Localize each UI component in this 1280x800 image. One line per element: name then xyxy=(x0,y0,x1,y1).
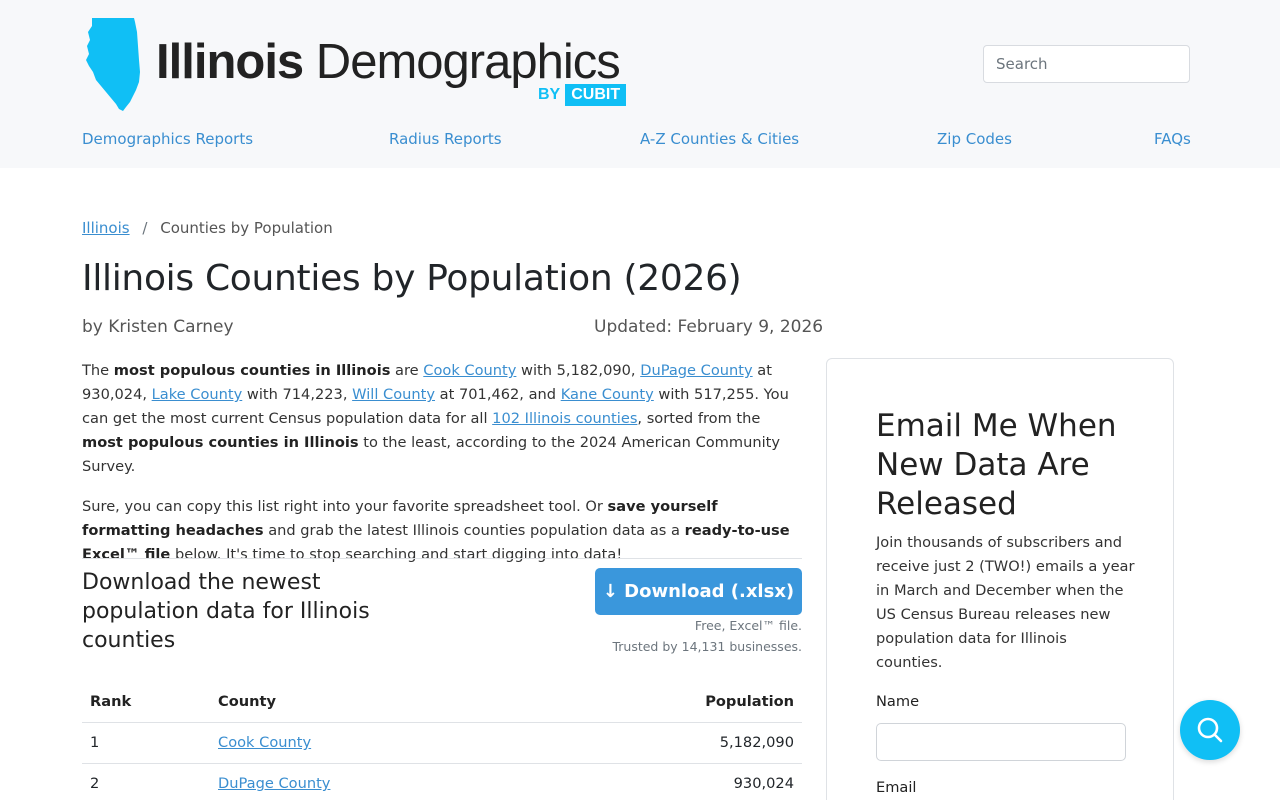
section-divider xyxy=(82,558,802,559)
link-kane-county[interactable]: Kane County xyxy=(561,386,654,403)
signup-title: Email Me When New Data Are Released xyxy=(876,408,1117,522)
search-icon xyxy=(1197,717,1223,743)
link-cook-county[interactable]: Cook County xyxy=(423,362,516,379)
nav-radius-reports[interactable]: Radius Reports xyxy=(389,130,502,148)
page-title: Illinois Counties by Population (2026) xyxy=(82,258,742,299)
cell-rank: 2 xyxy=(90,775,100,792)
article-updated-date: Updated: February 9, 2026 xyxy=(594,317,824,337)
cell-population: 930,024 xyxy=(733,775,794,792)
breadcrumb: Illinois / Counties by Population xyxy=(82,219,333,237)
download-note-free: Free, Excel™ file. xyxy=(694,618,802,633)
breadcrumb-home-link[interactable]: Illinois xyxy=(82,219,130,237)
cell-rank: 1 xyxy=(90,734,100,751)
link-dupage-county[interactable]: DuPage County xyxy=(640,362,752,379)
search-input[interactable] xyxy=(983,45,1190,83)
table-header-row: Rank County Population xyxy=(82,682,802,723)
nav-demographics-reports[interactable]: Demographics Reports xyxy=(82,130,253,148)
link-102-illinois-counties[interactable]: 102 Illinois counties xyxy=(492,410,637,427)
article-byline: by Kristen Carney xyxy=(82,317,234,337)
nav-az-counties-cities[interactable]: A-Z Counties & Cities xyxy=(640,130,799,148)
header-rank[interactable]: Rank xyxy=(90,693,131,710)
floating-search-button[interactable] xyxy=(1180,700,1240,760)
link-will-county[interactable]: Will County xyxy=(352,386,435,403)
illinois-state-shape-icon xyxy=(86,18,140,111)
download-heading: Download the newest population data for … xyxy=(82,570,370,653)
email-signup-panel: Email Me When New Data Are Released Join… xyxy=(826,358,1174,800)
table-row: 2 DuPage County 930,024 xyxy=(82,764,802,800)
cell-county-link[interactable]: Cook County xyxy=(218,734,311,751)
header-county[interactable]: County xyxy=(218,693,276,710)
breadcrumb-separator: / xyxy=(142,219,148,237)
nav-zip-codes[interactable]: Zip Codes xyxy=(937,130,1012,148)
spreadsheet-paragraph: Sure, you can copy this list right into … xyxy=(82,498,790,563)
email-field-label: Email xyxy=(876,779,917,796)
site-header: Illinois Demographics BY CUBIT Demograph… xyxy=(0,0,1280,168)
article-body: The most populous counties in Illinois a… xyxy=(82,359,802,583)
table-row: 1 Cook County 5,182,090 xyxy=(82,723,802,764)
cell-population: 5,182,090 xyxy=(719,734,794,751)
logo-byline: BY CUBIT xyxy=(538,84,632,106)
county-population-table: Rank County Population 1 Cook County 5,1… xyxy=(82,682,802,800)
cell-county-link[interactable]: DuPage County xyxy=(218,775,330,792)
download-note-trusted: Trusted by 14,131 businesses. xyxy=(612,639,802,654)
intro-paragraph: The most populous counties in Illinois a… xyxy=(82,362,789,475)
logo-cubit-badge: CUBIT xyxy=(565,84,627,106)
breadcrumb-current: Counties by Population xyxy=(160,219,333,237)
logo-wordmark: Illinois Demographics xyxy=(156,35,621,89)
name-field-label: Name xyxy=(876,693,920,710)
site-logo[interactable]: Illinois Demographics BY CUBIT xyxy=(82,14,642,114)
link-lake-county[interactable]: Lake County xyxy=(152,386,243,403)
nav-faqs[interactable]: FAQs xyxy=(1154,130,1191,148)
header-population[interactable]: Population xyxy=(705,693,794,710)
logo-by-text: BY xyxy=(538,86,561,103)
download-xlsx-button[interactable]: ↓ Download (.xlsx) xyxy=(595,568,802,615)
signup-description: Join thousands of subscribers and receiv… xyxy=(876,534,1135,671)
name-field[interactable] xyxy=(876,723,1126,761)
